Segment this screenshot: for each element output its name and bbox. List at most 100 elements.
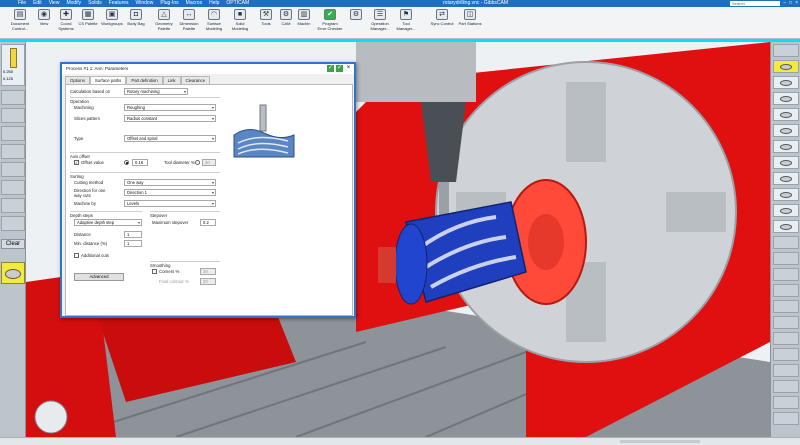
tab-part-definition[interactable]: Part definition [126, 76, 163, 84]
menu-edit[interactable]: Edit [33, 0, 42, 7]
process-tile[interactable] [1, 262, 25, 284]
tool-slot[interactable] [1, 144, 25, 159]
menu-help[interactable]: Help [209, 0, 219, 7]
depth-mode-dropdown[interactable]: Adaptive depth step [74, 219, 142, 226]
machining-dropdown[interactable]: Roughing [124, 104, 216, 111]
min-distance-input[interactable]: 1 [124, 240, 142, 247]
ribbon-label: Surface Modeling [205, 21, 223, 31]
tool-slot[interactable] [1, 108, 25, 123]
tool-diameter-input[interactable]: 30 [202, 159, 216, 166]
search-input[interactable]: Search [730, 1, 780, 6]
corners-checkbox[interactable] [152, 269, 157, 274]
ribbon-bag-button[interactable]: ◘ Body Bag [122, 9, 150, 27]
ribbon-surface-button[interactable]: ◠ Surface Modeling [200, 9, 228, 31]
process-slot[interactable] [773, 44, 799, 57]
ribbon-machine-button[interactable]: ▥ Machin [290, 9, 318, 27]
tool-slot[interactable] [1, 90, 25, 105]
apply-icon[interactable]: ✓ [336, 65, 343, 72]
process-slot[interactable] [773, 156, 799, 169]
ribbon-geometry-button[interactable]: △ Geometry Palette [150, 9, 178, 31]
tool-diameter-radio[interactable] [195, 160, 200, 165]
advanced-button[interactable]: Advanced [74, 273, 124, 281]
dialog-controls: ✓ ✓ × [327, 65, 352, 72]
process-slot[interactable] [773, 236, 799, 249]
close-icon[interactable]: × [345, 65, 352, 72]
final-contour-input[interactable]: 20 [200, 278, 216, 285]
ribbon-sync-button[interactable]: ⇄ Sync Control [428, 9, 456, 27]
tab-clearance[interactable]: Clearance [180, 76, 211, 84]
ribbon-label: Coord Systems [58, 21, 74, 31]
process-slot[interactable] [773, 76, 799, 89]
process-slot[interactable] [773, 172, 799, 185]
process-slot[interactable] [773, 220, 799, 233]
menu-solids[interactable]: Solids [88, 0, 102, 7]
tool-slot[interactable] [1, 162, 25, 177]
ribbon-tool-button[interactable]: ⚑ Tool Manager... [392, 9, 420, 31]
ribbon-operation-button[interactable]: ☰ Operation Manager... [366, 9, 394, 31]
process-slot[interactable] [773, 380, 799, 393]
process-slot[interactable] [773, 348, 799, 361]
tab-options[interactable]: Options [65, 76, 90, 84]
cutting-method-dropdown[interactable]: One way [124, 179, 216, 186]
process-slot[interactable] [773, 108, 799, 121]
process-slot[interactable] [773, 268, 799, 281]
table-clamp [566, 82, 606, 162]
corners-input[interactable]: 20 [200, 268, 216, 275]
machine-by-dropdown[interactable]: Levels [124, 200, 216, 207]
process-slot[interactable] [773, 332, 799, 345]
tab-link[interactable]: Link [162, 76, 181, 84]
sorting-group: Sorting [70, 172, 220, 179]
additional-cuts-checkbox[interactable] [74, 253, 79, 258]
ribbon-dimension-button[interactable]: ↔ Dimension Palette [175, 9, 203, 31]
menu-file[interactable]: File [18, 0, 26, 7]
ribbon-station-button[interactable]: ◫ Part Stations [456, 9, 484, 27]
close-icon[interactable]: × [795, 0, 798, 7]
process-slot[interactable] [773, 364, 799, 377]
ribbon-check-button[interactable]: ✔ Program Error Checker [316, 9, 344, 31]
process-slot[interactable] [773, 396, 799, 409]
direction-dropdown[interactable]: Direction 1 [124, 189, 216, 196]
tool-slot[interactable] [1, 180, 25, 195]
minimize-icon[interactable]: – [783, 0, 786, 7]
clear-button[interactable]: Clear [1, 239, 25, 249]
distance-input[interactable]: 1 [124, 231, 142, 238]
process-slot[interactable] [773, 124, 799, 137]
menu-opticam[interactable]: OPTICAM [226, 0, 249, 7]
view-orientation-widget[interactable] [34, 400, 68, 434]
offset-value-input[interactable]: 0.16 [132, 159, 148, 166]
process-slot[interactable] [773, 92, 799, 105]
type-dropdown[interactable]: Offset and spiral [124, 135, 216, 142]
process-slot[interactable] [773, 188, 799, 201]
accept-icon[interactable]: ✓ [327, 65, 334, 72]
zoom-slider[interactable] [620, 440, 700, 443]
ribbon-label: Part Stations [458, 21, 482, 26]
process-slot[interactable] [773, 140, 799, 153]
tool-slot-active[interactable]: 0.250 0.125 [1, 44, 25, 86]
menu-window[interactable]: Window [136, 0, 154, 7]
menu-modify[interactable]: Modify [66, 0, 81, 7]
slices-pattern-dropdown[interactable]: Radius constant [124, 115, 216, 122]
process-slot[interactable] [773, 60, 799, 73]
calculation-dropdown[interactable]: Rotary machining [124, 88, 188, 95]
process-slot[interactable] [773, 204, 799, 217]
menu-features[interactable]: Features [109, 0, 129, 7]
menu-macros[interactable]: Macros [186, 0, 202, 7]
process-slot[interactable] [773, 252, 799, 265]
offset-value-checkbox[interactable]: ✓ [74, 160, 79, 165]
tool-slot[interactable] [1, 216, 25, 231]
tool-slot[interactable] [1, 198, 25, 213]
ribbon-solid-button[interactable]: ■ Solid Modeling [226, 9, 254, 31]
tool-slot[interactable] [1, 126, 25, 141]
process-slot[interactable] [773, 284, 799, 297]
chuck-center [528, 214, 564, 270]
process-slot[interactable] [773, 316, 799, 329]
slices-pattern-label: Slices pattern [74, 116, 101, 121]
menu-plugins[interactable]: Plug-Ins [160, 0, 178, 7]
offset-value-radio[interactable] [124, 160, 129, 165]
max-stepover-input[interactable]: 0.2 [200, 219, 216, 226]
menu-view[interactable]: View [49, 0, 60, 7]
process-slot[interactable] [773, 412, 799, 425]
maximize-icon[interactable]: □ [789, 0, 792, 7]
tab-surface-paths[interactable]: Surface paths [89, 76, 127, 84]
process-slot[interactable] [773, 300, 799, 313]
